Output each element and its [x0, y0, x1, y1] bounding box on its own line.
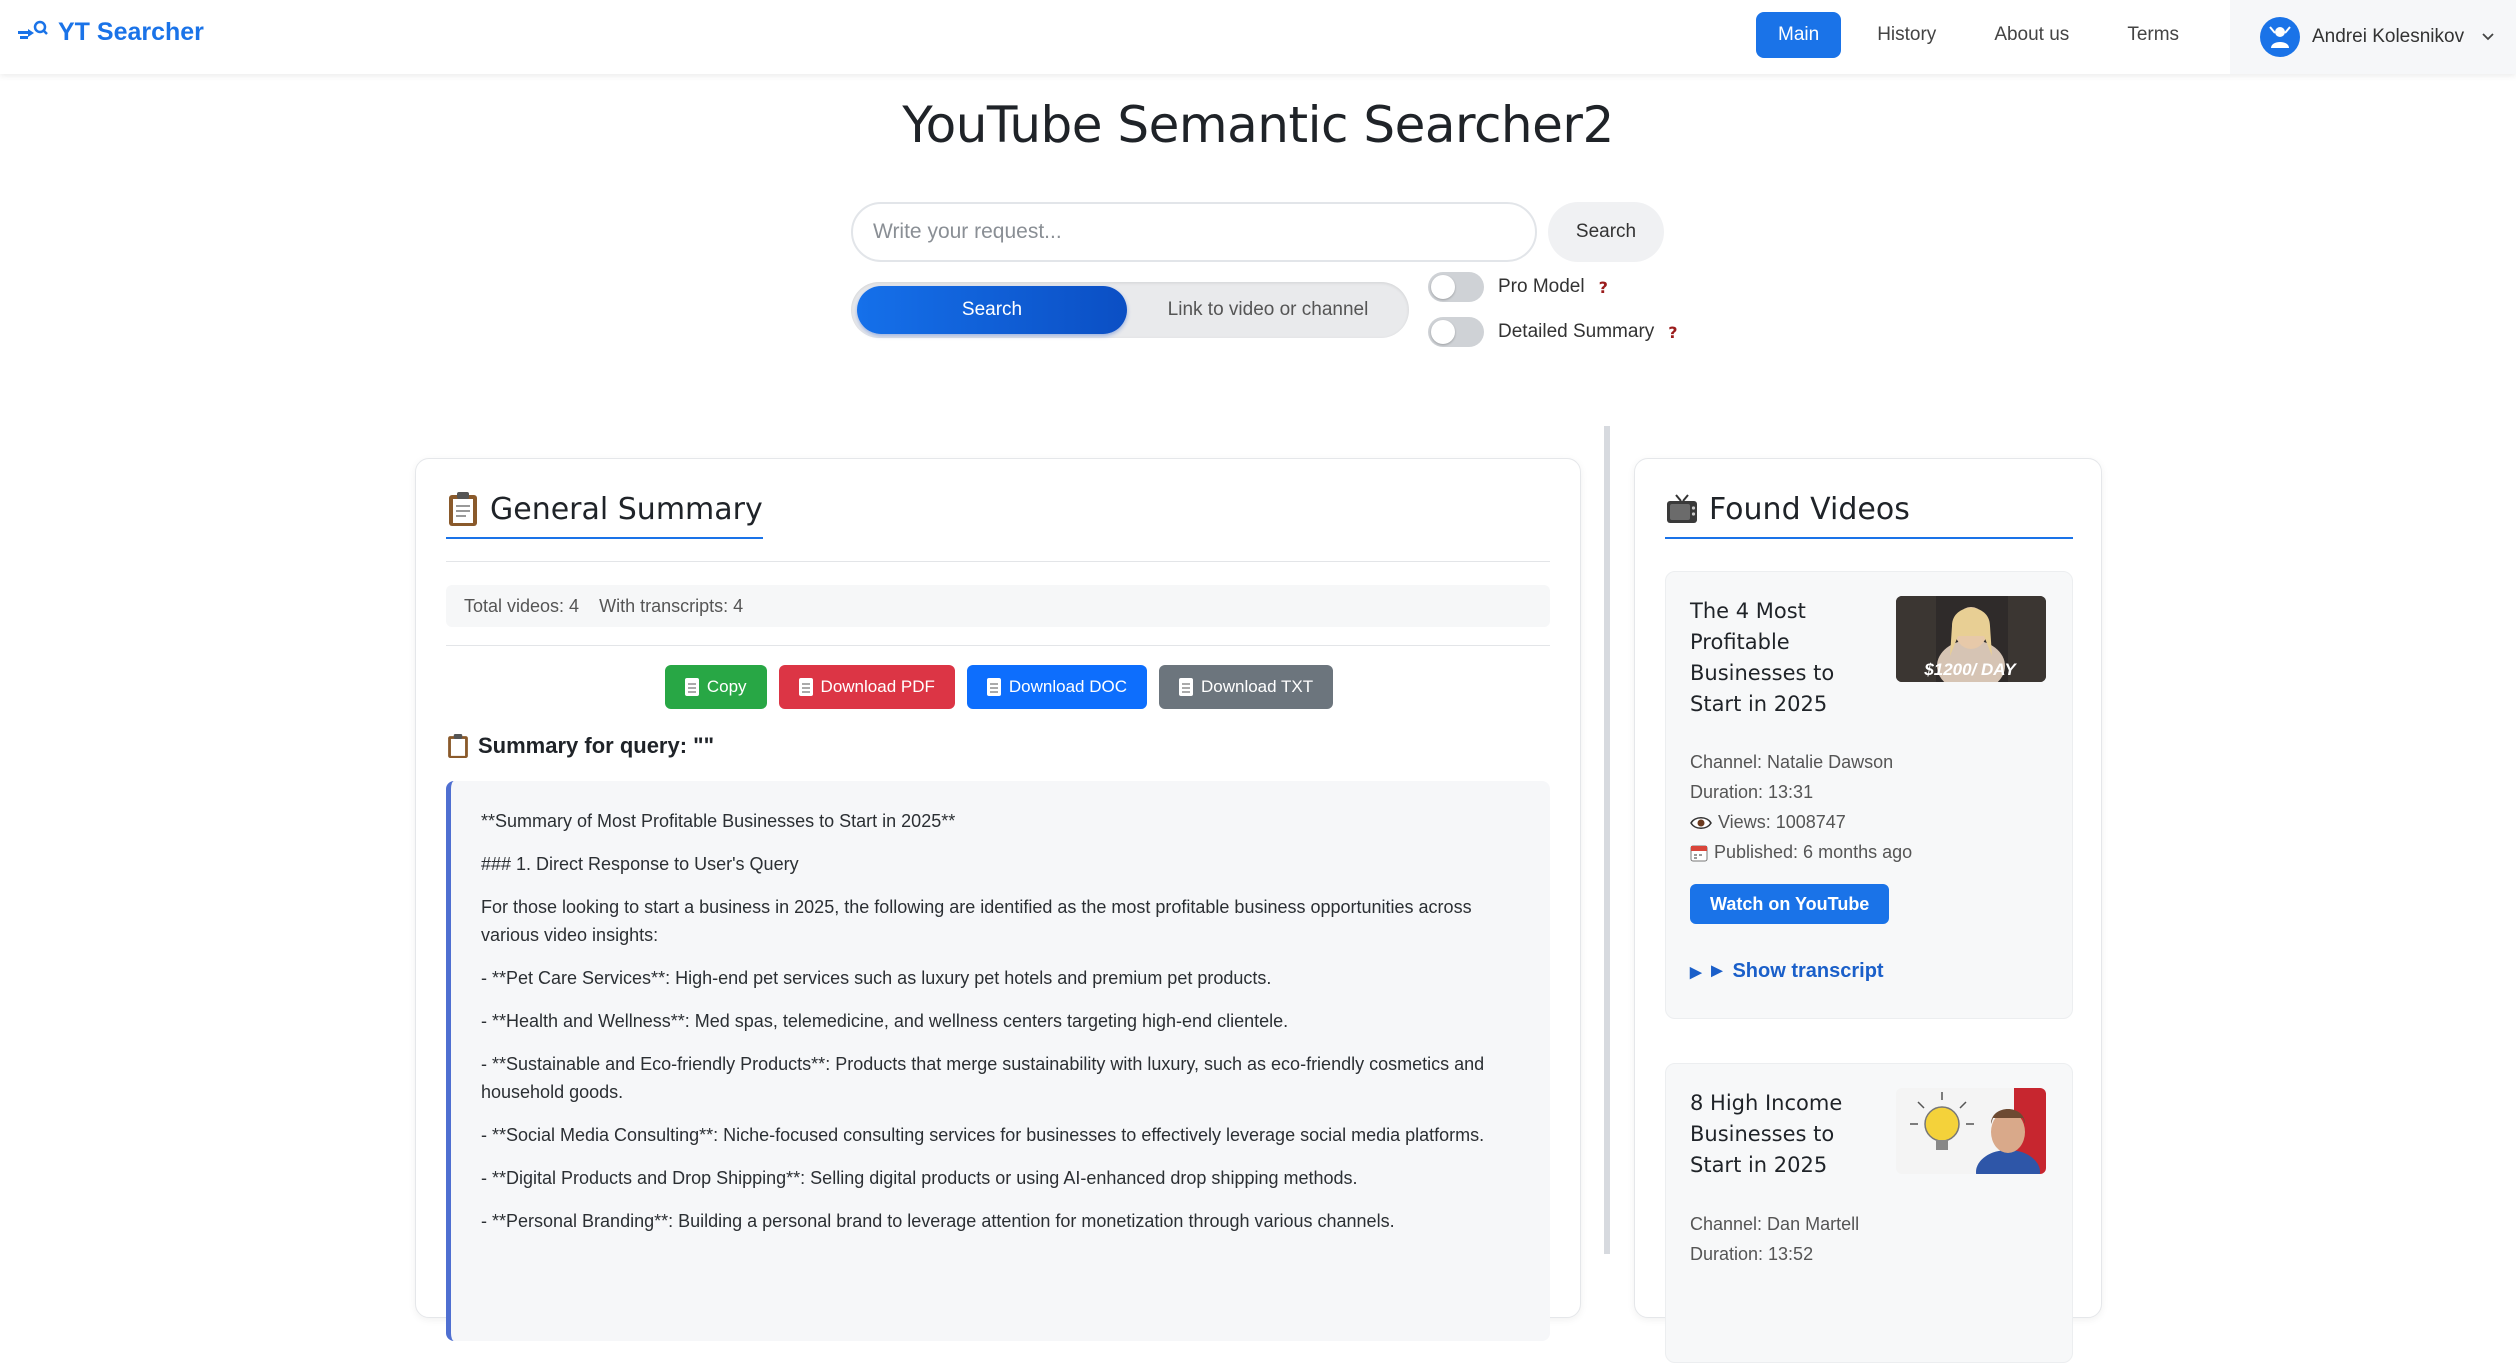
tv-icon [1667, 494, 1697, 523]
detailed-summary-label: Detailed Summary [1498, 321, 1655, 342]
user-menu[interactable]: Andrei Kolesnikov [2230, 0, 2516, 74]
page-title: YouTube Semantic Searcher2 [902, 96, 1614, 154]
nav-terms[interactable]: Terms [2105, 12, 2201, 58]
eye-icon [1690, 816, 1712, 829]
thumbnail-caption: $1200/ DAY [1923, 660, 2017, 679]
summary-paragraph: - **Pet Care Services**: High-end pet se… [481, 968, 1272, 988]
user-avatar-icon [2269, 26, 2291, 48]
chevron-down-icon [2482, 33, 2494, 41]
summary-paragraph: - **Social Media Consulting**: Niche-foc… [481, 1125, 1485, 1145]
video-duration: Duration: 13:52 [1690, 1244, 1813, 1265]
calendar-icon [1690, 845, 1708, 861]
video-views: Views: 1008747 [1690, 812, 1846, 833]
export-buttons: Copy Download PDF Download DOC Download … [416, 665, 1582, 709]
brand-name: YT Searcher [58, 18, 204, 46]
pro-model-row: Pro Model ? [1428, 272, 1608, 302]
video-item: 8 High Income Businesses to Start in 202… [1665, 1063, 2073, 1363]
mode-link-option[interactable]: Link to video or channel [1133, 286, 1403, 334]
avatar [2260, 17, 2300, 57]
videos-title-text: Found Videos [1709, 491, 1910, 527]
videos-title: Found Videos [1665, 491, 2073, 539]
download-txt-button[interactable]: Download TXT [1158, 665, 1334, 709]
summary-paragraph: **Summary of Most Profitable Businesses … [481, 811, 956, 831]
column-divider[interactable] [1604, 426, 1610, 1254]
nav-history[interactable]: History [1855, 12, 1958, 58]
summary-paragraph: ### 1. Direct Response to User's Query [481, 854, 799, 874]
video-duration: Duration: 13:31 [1690, 782, 1813, 803]
navbar: YT Searcher Main History About us Terms … [0, 0, 2516, 74]
copy-label: Copy [706, 677, 747, 696]
total-videos: Total videos: 4 [464, 595, 580, 616]
document-icon [1178, 678, 1193, 696]
divider [446, 645, 1550, 646]
video-published: Published: 6 months ago [1690, 842, 1912, 863]
video-channel: Channel: Natalie Dawson [1690, 752, 1893, 773]
mode-search-option[interactable]: Search [857, 286, 1127, 334]
pro-model-switch[interactable] [1428, 272, 1484, 302]
show-transcript-toggle[interactable]: ▶ ► Show transcript [1690, 960, 1884, 983]
help-icon[interactable]: ? [1599, 278, 1608, 297]
query-heading: Summary for query: "" [446, 733, 714, 759]
summary-stats: Total videos: 4 With transcripts: 4 [446, 585, 1550, 627]
summary-paragraph: - **Health and Wellness**: Med spas, tel… [481, 1011, 1289, 1031]
mode-toggle: Search Link to video or channel [851, 282, 1409, 338]
triangle-right-icon: ▶ [1690, 964, 1702, 981]
download-doc-label: Download DOC [1008, 677, 1127, 696]
summary-paragraph: For those looking to start a business in… [481, 897, 1472, 945]
summary-title: General Summary [446, 491, 763, 539]
video-thumbnail[interactable]: $1200/ DAY [1896, 596, 2046, 682]
video-thumbnail[interactable] [1896, 1088, 2046, 1174]
video-duration-text: Duration: 13:31 [1690, 782, 1814, 802]
nav-about[interactable]: About us [1972, 12, 2091, 58]
document-icon [798, 678, 813, 696]
video-title[interactable]: The 4 Most Profitable Businesses to Star… [1690, 596, 1880, 720]
brand[interactable]: YT Searcher [18, 18, 204, 47]
summary-paragraph: - **Personal Branding**: Building a pers… [481, 1211, 1395, 1231]
clipboard-icon [448, 734, 468, 758]
video-duration-text: Duration: 13:52 [1690, 1244, 1814, 1264]
video-item: The 4 Most Profitable Businesses to Star… [1665, 571, 2073, 1019]
download-txt-label: Download TXT [1200, 677, 1314, 696]
video-title[interactable]: 8 High Income Businesses to Start in 202… [1690, 1088, 1880, 1181]
download-doc-button[interactable]: Download DOC [966, 665, 1147, 709]
with-transcripts: With transcripts: 4 [599, 595, 744, 616]
divider [446, 561, 1550, 562]
summary-body: **Summary of Most Profitable Businesses … [446, 781, 1550, 1341]
query-heading-text: Summary for query: "" [478, 733, 715, 758]
video-views-text: Views: 1008747 [1718, 812, 1846, 832]
summary-card: General Summary Total videos: 4 With tra… [415, 458, 1582, 1341]
search-button[interactable]: Search [1548, 202, 1664, 262]
summary-paragraph: - **Sustainable and Eco-friendly Product… [481, 1054, 1485, 1102]
pro-model-label: Pro Model [1498, 276, 1585, 297]
video-channel-text: Channel: Dan Martell [1690, 1214, 1860, 1234]
download-pdf-button[interactable]: Download PDF [778, 665, 955, 709]
nav-main[interactable]: Main [1756, 12, 1842, 58]
search-input[interactable] [851, 202, 1537, 262]
summary-paragraph: - **Digital Products and Drop Shipping**… [481, 1168, 1358, 1188]
video-channel-text: Channel: Natalie Dawson [1690, 752, 1894, 772]
summary-title-text: General Summary [490, 491, 763, 527]
nav-links: Main History About us Terms [1756, 12, 2215, 58]
user-name: Andrei Kolesnikov [2312, 26, 2465, 47]
videos-card: Found Videos The 4 Most Profitable Busin… [1634, 458, 2102, 1363]
show-transcript-label: ► Show transcript [1707, 960, 1884, 982]
help-icon[interactable]: ? [1668, 323, 1677, 342]
clipboard-icon [449, 492, 477, 526]
detailed-summary-row: Detailed Summary ? [1428, 317, 1678, 347]
search-logo-icon [18, 20, 48, 39]
video-published-text: Published: 6 months ago [1714, 842, 1913, 862]
clipboard-icon [684, 678, 699, 696]
detailed-summary-switch[interactable] [1428, 317, 1484, 347]
copy-button[interactable]: Copy [664, 665, 767, 709]
video-channel: Channel: Dan Martell [1690, 1214, 1859, 1235]
watch-on-youtube-button[interactable]: Watch on YouTube [1690, 884, 1890, 924]
document-icon [986, 678, 1001, 696]
download-pdf-label: Download PDF [820, 677, 935, 696]
